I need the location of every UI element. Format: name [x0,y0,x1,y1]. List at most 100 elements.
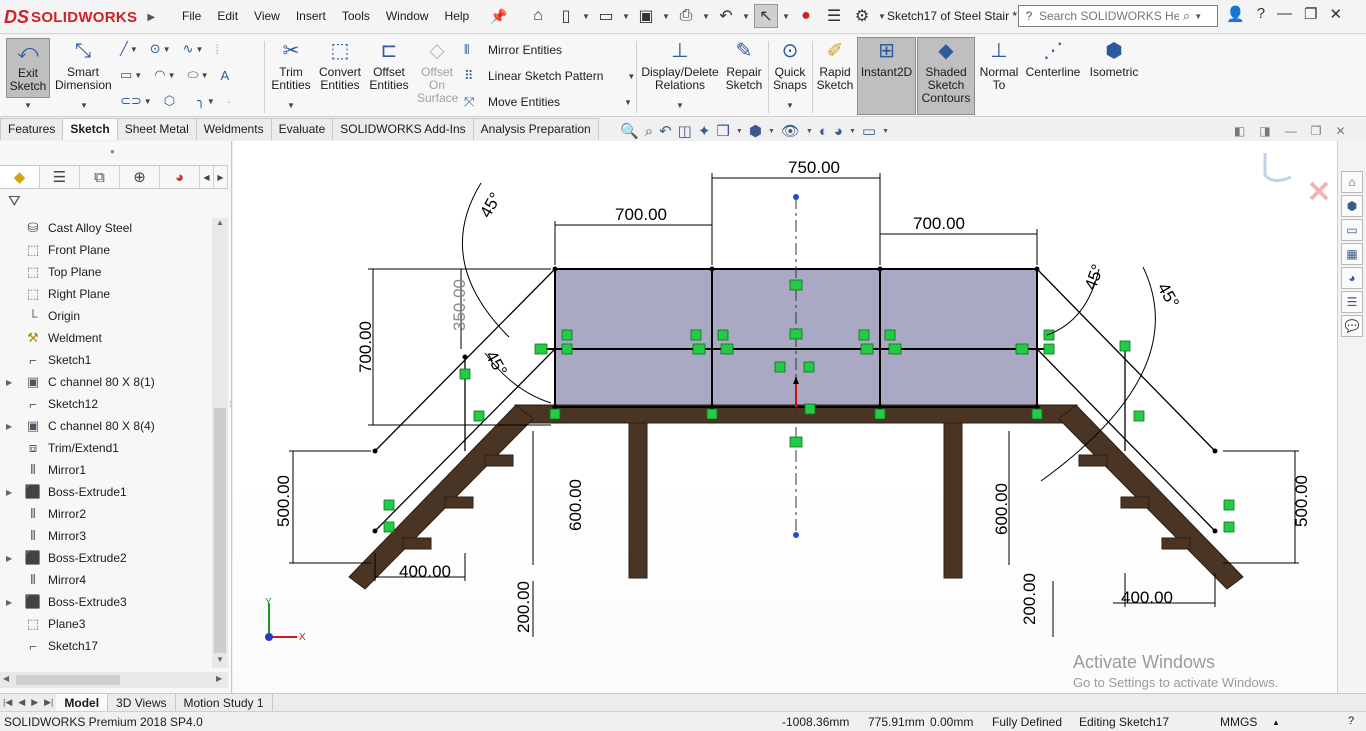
fillet-icon[interactable]: ╮ [197,93,205,109]
isometric-button[interactable]: ⬢ Isometric [1086,38,1142,79]
polygon-icon[interactable]: ⬡ [164,93,175,109]
chevron-down-icon[interactable]: ▼ [1194,12,1202,21]
centerline-button[interactable]: ⋰ Centerline [1024,38,1082,79]
point-icon[interactable]: ∙ [227,94,231,109]
expand-menu-icon[interactable]: ▶ [147,12,155,23]
view-orientation-icon[interactable]: ❒ [716,122,729,140]
new-document-icon[interactable]: ▯ [554,4,578,28]
dimension-700-right[interactable]: 700.00 [913,214,965,233]
edit-appearance-icon[interactable]: ◐ [819,123,828,140]
dimension-600-right[interactable]: 600.00 [992,483,1011,535]
expand-arrow-icon[interactable]: ▶ [6,488,18,497]
select-pointer-icon[interactable]: ↖ [754,4,778,28]
tree-item-sketch17[interactable]: ⌐ Sketch17 [0,635,212,657]
chevron-down-icon[interactable]: ▼ [287,101,295,110]
chevron-down-icon[interactable]: ▼ [662,12,670,21]
section-view-icon[interactable]: ◫ [678,122,692,140]
tree-item-plane3[interactable]: ⬚ Plane3 [0,613,212,635]
tree-item-mirror3[interactable]: ⫴ Mirror3 [0,525,212,547]
text-icon[interactable]: A [221,68,230,83]
file-properties-icon[interactable]: ☰ [822,4,846,28]
tree-item-sketch12[interactable]: ⌐ Sketch12 [0,393,212,415]
confirmation-corner[interactable] [1263,153,1329,201]
tab-sheet-metal[interactable]: Sheet Metal [116,118,197,140]
tree-horizontal-scrollbar[interactable]: ◀ ▶ [0,672,228,688]
chevron-down-icon[interactable]: ▼ [736,128,743,135]
close-icon[interactable]: ✕ [1329,5,1342,23]
tab-features[interactable]: Features [0,118,64,140]
offset-entities-button[interactable]: ⊏ Offset Entities [366,38,412,92]
dimension-angle-right-inner[interactable]: 45° [1081,262,1108,293]
tree-item-origin[interactable]: └ Origin [0,305,212,327]
circle-icon[interactable]: ⊙ [150,41,161,57]
search-icon[interactable]: ⌕ [1183,8,1190,24]
dynamic-annotation-icon[interactable]: ✦ [698,122,711,140]
trim-entities-button[interactable]: ✂ Trim Entities [268,38,314,92]
options-gear-icon[interactable]: ⚙ [850,4,874,28]
solidworks-resources-home-icon[interactable]: ⌂ [1341,171,1363,193]
tree-item-boss-extrude2[interactable]: ▶ ⬛ Boss-Extrude2 [0,547,212,569]
apply-scene-icon[interactable]: ◕ [834,123,843,140]
spline-icon[interactable]: ∿ [183,41,194,57]
chevron-down-icon[interactable]: ▼ [768,128,775,135]
panel-grip-icon[interactable]: ● [110,147,115,156]
zoom-to-fit-icon[interactable]: 🔍 [620,122,639,140]
chevron-down-icon[interactable]: ▼ [80,101,88,110]
chevron-up-icon[interactable]: ▲ [1272,718,1280,727]
chevron-down-icon[interactable]: ▼ [144,97,152,106]
smart-dimension-button[interactable]: ⤡ Smart Dimension [54,38,112,92]
construction-geometry-icon[interactable]: ⁞ [215,42,219,57]
tab-3d-views[interactable]: 3D Views [108,694,176,711]
tree-item-mirror1[interactable]: ⫴ Mirror1 [0,459,212,481]
chevron-down-icon[interactable]: ▼ [849,128,856,135]
undo-icon[interactable]: ↶ [714,4,738,28]
display-manager-tab-icon[interactable]: ◕ [160,166,200,188]
chevron-down-icon[interactable]: ▼ [676,101,684,110]
chevron-down-icon[interactable]: ▼ [168,71,176,80]
tab-solidworks-add-ins[interactable]: SOLIDWORKS Add-Ins [332,118,474,140]
dimension-angle-right-outer[interactable]: 45° [1154,280,1183,312]
tree-item-mirror4[interactable]: ⫴ Mirror4 [0,569,212,591]
dimension-200-left[interactable]: 200.00 [514,581,533,633]
chevron-down-icon[interactable]: ▼ [624,98,632,107]
expand-arrow-icon[interactable]: ▶ [6,422,18,431]
close-icon[interactable]: ✕ [1335,124,1345,138]
print-icon[interactable]: ⎙ [674,4,698,28]
tree-item-boss-extrude3[interactable]: ▶ ⬛ Boss-Extrude3 [0,591,212,613]
minimize-icon[interactable]: — [1277,5,1292,23]
arc-icon[interactable]: ◠ [154,67,165,83]
next-tab-icon[interactable]: ▶ [28,697,41,708]
rebuild-traffic-light-icon[interactable]: ● [794,4,818,28]
tab-sketch[interactable]: Sketch [62,118,118,140]
normal-to-button[interactable]: ⊥ Normal To [978,38,1020,92]
minimize-icon[interactable]: — [1285,124,1297,138]
offset-on-surface-button[interactable]: ◇ Offset On Surface [414,38,460,105]
move-entities-button[interactable]: ⤧ Move Entities ▼ [464,94,632,110]
view-settings-icon[interactable]: ▭ [862,122,876,140]
prev-tab-icon[interactable]: ◀ [15,697,28,708]
zoom-to-area-icon[interactable]: ⌕ [645,123,653,140]
tree-item-boss-extrude1[interactable]: ▶ ⬛ Boss-Extrude1 [0,481,212,503]
first-tab-icon[interactable]: |◀ [0,697,15,708]
dimension-200-right[interactable]: 200.00 [1020,573,1039,625]
search-input[interactable] [1039,9,1179,23]
view-palette-icon[interactable]: ▦ [1341,243,1363,265]
restore-icon[interactable]: ❐ [1311,124,1322,138]
restore-icon[interactable]: ❐ [1304,5,1317,23]
solidworks-forum-icon[interactable]: 💬 [1341,315,1363,337]
user-icon[interactable]: 👤 [1226,5,1245,23]
tab-motion-study-1[interactable]: Motion Study 1 [176,694,273,711]
dimension-700-vertical[interactable]: 700.00 [356,321,375,373]
previous-view-icon[interactable]: ↶ [659,122,672,140]
tree-item-c-channel-1[interactable]: ▶ ▣ C channel 80 X 8(1) [0,371,212,393]
home-icon[interactable]: ⌂ [526,4,550,28]
menu-tools[interactable]: Tools [334,9,378,23]
chevron-down-icon[interactable]: ▼ [742,12,750,21]
tree-item-sketch1[interactable]: ⌐ Sketch1 [0,349,212,371]
hide-show-items-icon[interactable]: 👁 [781,122,800,140]
mirror-entities-button[interactable]: ⫴ Mirror Entities [464,42,562,58]
menu-edit[interactable]: Edit [209,9,246,23]
expand-arrow-icon[interactable]: ▶ [6,598,18,607]
chevron-down-icon[interactable]: ▼ [24,101,32,110]
panel-splitter-grip-icon[interactable]: ⁞ [229,400,231,409]
